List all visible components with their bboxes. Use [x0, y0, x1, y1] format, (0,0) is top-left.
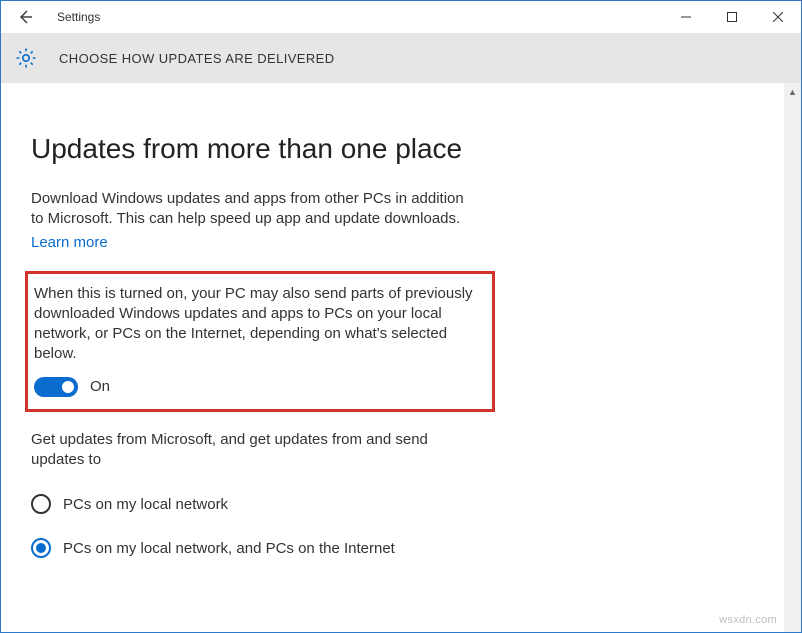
toggle-label: On: [90, 378, 110, 395]
minimize-icon: [681, 12, 691, 22]
maximize-icon: [727, 12, 737, 22]
titlebar: Settings: [1, 1, 801, 33]
scroll-up-arrow-icon[interactable]: ▲: [784, 83, 801, 100]
content-area: Updates from more than one place Downloa…: [1, 83, 801, 612]
back-button[interactable]: [13, 5, 37, 29]
minimize-button[interactable]: [663, 1, 709, 33]
radio-icon: [31, 494, 51, 514]
radio-option-internet[interactable]: PCs on my local network, and PCs on the …: [31, 538, 771, 558]
page-header: CHOOSE HOW UPDATES ARE DELIVERED: [1, 33, 801, 83]
toggle-row: On: [34, 377, 482, 397]
toggle-knob-icon: [62, 381, 74, 393]
scrollbar[interactable]: ▲: [784, 83, 801, 632]
radio-dot-icon: [36, 543, 46, 553]
window-controls: [663, 1, 801, 33]
main-heading: Updates from more than one place: [31, 133, 771, 165]
page-title: CHOOSE HOW UPDATES ARE DELIVERED: [59, 51, 335, 66]
radio-label: PCs on my local network: [63, 496, 228, 513]
window-title: Settings: [57, 10, 100, 24]
radio-label: PCs on my local network, and PCs on the …: [63, 540, 395, 557]
highlighted-section: When this is turned on, your PC may also…: [25, 271, 495, 412]
radio-icon: [31, 538, 51, 558]
close-icon: [773, 12, 783, 22]
radio-option-local[interactable]: PCs on my local network: [31, 494, 771, 514]
learn-more-link[interactable]: Learn more: [31, 234, 108, 251]
boxed-description: When this is turned on, your PC may also…: [34, 284, 474, 365]
delivery-toggle[interactable]: [34, 377, 78, 397]
description-text: Download Windows updates and apps from o…: [31, 189, 471, 230]
sub-description: Get updates from Microsoft, and get upda…: [31, 430, 471, 471]
gear-icon: [13, 45, 39, 71]
maximize-button[interactable]: [709, 1, 755, 33]
arrow-left-icon: [17, 9, 33, 25]
watermark-text: wsxdn.com: [719, 614, 777, 626]
close-button[interactable]: [755, 1, 801, 33]
